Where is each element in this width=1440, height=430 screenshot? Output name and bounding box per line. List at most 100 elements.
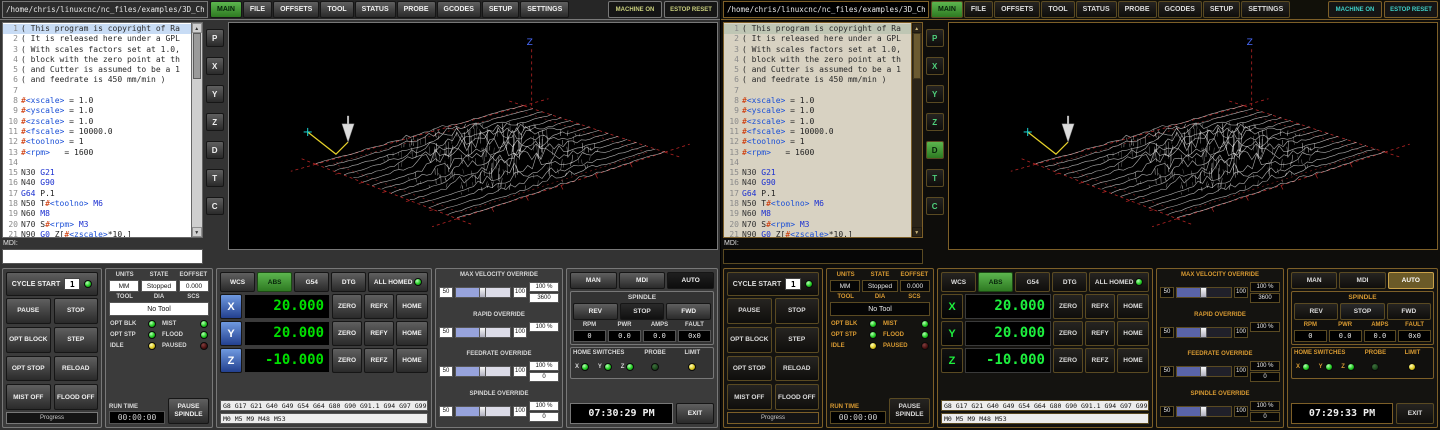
axis-zero-button[interactable]: ZERO — [1053, 348, 1083, 373]
cycle-control-button[interactable]: OPT STOP — [727, 356, 772, 382]
menu-tab[interactable]: MAIN — [210, 1, 242, 18]
axis-ref-button[interactable]: REFZ — [1085, 348, 1115, 373]
view-button[interactable]: P — [206, 29, 224, 47]
menu-tab[interactable]: TOOL — [320, 1, 353, 18]
spindle-button[interactable]: STOP — [620, 303, 665, 320]
menu-tab[interactable]: SETTINGS — [520, 1, 569, 18]
axis-ref-button[interactable]: REFX — [1085, 294, 1115, 319]
cycle-control-button[interactable]: MIST OFF — [6, 384, 51, 410]
menu-tab[interactable]: SETTINGS — [1241, 1, 1290, 18]
gremlin-3d-preview[interactable]: Z — [948, 22, 1438, 250]
spindle-button[interactable]: STOP — [1340, 303, 1384, 320]
cycle-control-button[interactable]: STOP — [54, 298, 99, 324]
gcode-line[interactable]: 5 ( and Cutter is assumed to be a 1 — [3, 65, 191, 75]
axis-select-button[interactable]: Y — [220, 321, 242, 346]
gcode-line[interactable]: 21 N90 G0 Z[#<zscale>*10.] — [724, 230, 911, 237]
slider-handle[interactable] — [479, 287, 486, 298]
menu-tab[interactable]: OFFSETS — [994, 1, 1040, 18]
gcode-line[interactable]: 18 N50 T#<toolno> M6 — [724, 199, 911, 209]
override-slider[interactable] — [1176, 366, 1232, 377]
gcode-line[interactable]: 4 ( block with the zero point at th — [724, 55, 911, 65]
wcs-mode-button[interactable]: WCS — [941, 272, 976, 292]
gcode-line[interactable]: 7 — [724, 86, 911, 96]
spindle-button[interactable]: REV — [573, 303, 618, 320]
scrollbar-track[interactable] — [912, 33, 922, 227]
view-button[interactable]: Y — [926, 85, 944, 103]
gcode-line[interactable]: 8 #<xscale> = 1.0 — [724, 96, 911, 106]
pause-spindle-button[interactable]: PAUSE SPINDLE — [168, 398, 209, 424]
mode-button[interactable]: AUTO — [1388, 272, 1434, 289]
view-button[interactable]: D — [206, 141, 224, 159]
mode-button[interactable]: MDI — [619, 272, 666, 289]
cycle-control-button[interactable]: STEP — [54, 327, 99, 353]
cycle-control-button[interactable]: STOP — [775, 298, 820, 324]
axis-zero-button[interactable]: ZERO — [1053, 321, 1083, 346]
scrollbar-thumb[interactable] — [193, 33, 201, 79]
axis-select-button[interactable]: X — [941, 294, 963, 319]
view-button[interactable]: Z — [206, 113, 224, 131]
scroll-down-icon[interactable]: ▼ — [912, 227, 922, 237]
gcode-line[interactable]: 21 N90 G0 Z[#<zscale>*10.] — [3, 230, 191, 237]
menu-tab[interactable]: GCODES — [1158, 1, 1202, 18]
override-slider[interactable] — [1176, 406, 1232, 417]
axis-select-button[interactable]: Z — [220, 348, 242, 373]
wcs-mode-button[interactable]: DTG — [331, 272, 366, 292]
slider-handle[interactable] — [479, 327, 486, 338]
view-button[interactable]: P — [926, 29, 944, 47]
gcode-line[interactable]: 18 N50 T#<toolno> M6 — [3, 199, 191, 209]
pause-spindle-button[interactable]: PAUSE SPINDLE — [889, 398, 930, 424]
cycle-start-button[interactable]: CYCLE START 1 — [6, 272, 98, 296]
all-homed-button[interactable]: ALL HOMED — [1089, 272, 1149, 292]
axis-select-button[interactable]: X — [220, 294, 242, 319]
view-button[interactable]: X — [926, 57, 944, 75]
menu-tab[interactable]: PROBE — [1118, 1, 1157, 18]
slider-handle[interactable] — [479, 366, 486, 377]
axis-select-button[interactable]: Z — [941, 348, 963, 373]
gcode-line[interactable]: 10 #<zscale> = 1.0 — [724, 117, 911, 127]
view-button[interactable]: X — [206, 57, 224, 75]
mode-button[interactable]: MAN — [570, 272, 617, 289]
wcs-mode-button[interactable]: G54 — [294, 272, 329, 292]
exit-button[interactable]: EXIT — [676, 403, 714, 424]
gcode-line[interactable]: 6 ( and feedrate is 450 mm/min ) — [3, 75, 191, 85]
cycle-control-button[interactable]: OPT BLOCK — [6, 327, 51, 353]
slider-handle[interactable] — [479, 406, 486, 417]
wcs-mode-button[interactable]: ABS — [978, 272, 1013, 292]
gcode-line[interactable]: 2 ( It is released here under a GPL — [724, 34, 911, 44]
gcode-line[interactable]: 9 #<yscale> = 1.0 — [3, 106, 191, 116]
cycle-control-button[interactable]: STEP — [775, 327, 820, 353]
gcode-line[interactable]: 17 G64 P.1 — [724, 189, 911, 199]
menu-tab[interactable]: MAIN — [931, 1, 963, 18]
override-slider[interactable] — [1176, 287, 1232, 298]
wcs-mode-button[interactable]: ABS — [257, 272, 292, 292]
cycle-start-button[interactable]: CYCLE START 1 — [727, 272, 819, 296]
gcode-line[interactable]: 11 #<fscale> = 10000.0 — [724, 127, 911, 137]
override-slider[interactable] — [455, 406, 511, 417]
slider-handle[interactable] — [1200, 406, 1207, 417]
gcode-line[interactable]: 15 N30 G21 — [724, 168, 911, 178]
axis-home-button[interactable]: HOME — [1117, 294, 1149, 319]
gcode-line[interactable]: 9 #<yscale> = 1.0 — [724, 106, 911, 116]
override-slider[interactable] — [455, 366, 511, 377]
gcode-line[interactable]: 12 #<toolno> = 1 — [724, 137, 911, 147]
scrollbar-thumb[interactable] — [913, 33, 921, 79]
axis-zero-button[interactable]: ZERO — [332, 294, 362, 319]
scrollbar-track[interactable] — [192, 33, 202, 227]
gcode-line[interactable]: 1 ( This program is copyright of Ra — [724, 24, 911, 34]
gcode-line[interactable]: 3 ( With scales factors set at 1.0, — [724, 45, 911, 55]
slider-handle[interactable] — [1200, 287, 1207, 298]
axis-ref-button[interactable]: REFY — [1085, 321, 1115, 346]
gcode-line[interactable]: 14 — [724, 158, 911, 168]
gcode-line[interactable]: 5 ( and Cutter is assumed to be a 1 — [724, 65, 911, 75]
override-slider[interactable] — [455, 327, 511, 338]
cycle-control-button[interactable]: OPT STOP — [6, 356, 51, 382]
exit-button[interactable]: EXIT — [1396, 403, 1434, 424]
gcode-line[interactable]: 12 #<toolno> = 1 — [3, 137, 191, 147]
axis-select-button[interactable]: Y — [941, 321, 963, 346]
scroll-down-icon[interactable]: ▼ — [192, 227, 202, 237]
axis-home-button[interactable]: HOME — [396, 294, 428, 319]
gcode-line[interactable]: 10 #<zscale> = 1.0 — [3, 117, 191, 127]
gcode-line[interactable]: 14 — [3, 158, 191, 168]
view-button[interactable]: Y — [206, 85, 224, 103]
view-button[interactable]: Z — [926, 113, 944, 131]
